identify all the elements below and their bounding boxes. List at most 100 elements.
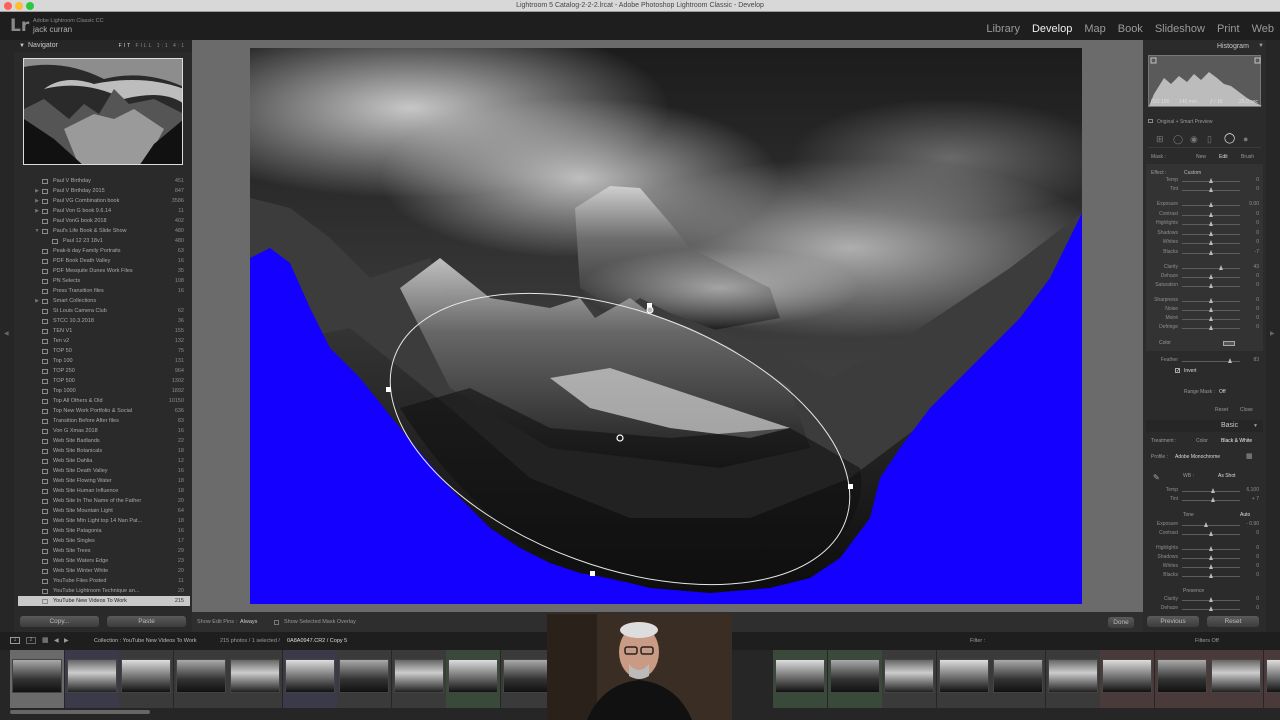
zoom-fill[interactable]: FILL [135, 43, 153, 49]
invert-checkbox[interactable]: ✓ [1175, 368, 1180, 374]
slider-exposure[interactable]: Exposure 0.00 [1148, 201, 1261, 210]
filmstrip-cell[interactable] [282, 650, 337, 708]
slider-value[interactable]: 0 [1239, 297, 1259, 303]
profile-select[interactable]: Adobe Monochrome [1175, 454, 1220, 460]
slider-sharpness[interactable]: Sharpness 0 [1148, 297, 1261, 306]
mask-edit[interactable]: Edit [1219, 154, 1228, 160]
collection-row[interactable]: ▶ Paul Von G book 9.6.14 11 [18, 206, 190, 216]
slider-dehaze[interactable]: Dehaze 0 [1148, 273, 1261, 282]
tone-auto-button[interactable]: Auto [1240, 512, 1250, 518]
filmstrip-cell[interactable] [119, 650, 173, 708]
histogram-collapse-icon[interactable]: ▼ [1258, 43, 1264, 49]
slider-highlights[interactable]: Highlights 0 [1148, 220, 1261, 229]
slider-value[interactable]: 0 [1239, 315, 1259, 321]
slider-blacks[interactable]: Blacks -7 [1148, 249, 1261, 258]
filmstrip-cell[interactable] [228, 650, 282, 708]
slider-thumb[interactable] [1208, 211, 1213, 217]
collection-row[interactable]: Web Site Badlands 22 [18, 436, 190, 446]
filmstrip-thumbnail[interactable] [502, 659, 553, 693]
slider-clarity[interactable]: Clarity 43 [1148, 264, 1261, 273]
filmstrip-cell[interactable] [446, 650, 500, 708]
treatment-bw[interactable]: Black & White [1221, 438, 1252, 444]
filmstrip-cell[interactable] [337, 650, 391, 708]
module-develop[interactable]: Develop [1032, 23, 1072, 35]
mask-brush[interactable]: Brush [1241, 154, 1254, 160]
module-web[interactable]: Web [1252, 23, 1274, 35]
slider-value[interactable]: 0 [1239, 306, 1259, 312]
red-eye-tool-icon[interactable]: ◉ [1190, 134, 1198, 145]
collection-row[interactable]: Ten v2 132 [18, 336, 190, 346]
screen-1-button[interactable]: 1 [10, 637, 20, 644]
navigator-preview[interactable] [23, 58, 183, 165]
collection-row[interactable]: Top All Others & Old 10150 [18, 396, 190, 406]
collection-row[interactable]: Peak-b day Family Portraits 63 [18, 246, 190, 256]
collection-row[interactable]: ▼ Paul's Life Book & Slide Show 480 [18, 226, 190, 236]
slider-value[interactable]: 0 [1239, 530, 1259, 536]
module-print[interactable]: Print [1217, 23, 1240, 35]
slider-blacks[interactable]: Blacks 0 [1148, 572, 1261, 581]
filmstrip-thumbnail[interactable] [938, 659, 989, 693]
filmstrip-filename[interactable]: 0A8A0947.CR2 / Copy 5 [287, 632, 347, 650]
slider-value[interactable]: 6,100 [1239, 487, 1259, 493]
slider-clarity[interactable]: Clarity 0 [1148, 596, 1261, 605]
mask-new[interactable]: New [1196, 154, 1206, 160]
filmstrip-cell[interactable] [1100, 650, 1154, 708]
slider-thumb[interactable] [1208, 274, 1213, 279]
slider-thumb[interactable] [1208, 606, 1213, 611]
grid-view-icon[interactable]: ▦ [42, 632, 49, 650]
filmstrip-thumbnail[interactable] [393, 659, 444, 693]
filmstrip-thumbnail[interactable] [1156, 659, 1207, 693]
slider-thumb[interactable] [1208, 555, 1213, 560]
filmstrip-cell[interactable] [64, 650, 119, 708]
slider-thumb[interactable] [1208, 316, 1213, 321]
slider-noise[interactable]: Noise 0 [1148, 306, 1261, 315]
main-photo[interactable] [250, 48, 1082, 604]
slider-thumb[interactable] [1208, 546, 1213, 551]
slider-thumb[interactable] [1208, 178, 1213, 183]
slider-thumb[interactable] [1211, 497, 1216, 502]
show-mask-overlay-checkbox[interactable] [274, 620, 279, 625]
slider-value[interactable]: 0 [1239, 186, 1259, 192]
previous-button[interactable]: Previous [1147, 616, 1199, 627]
screen-2-button[interactable]: 2 [26, 637, 36, 644]
slider-value[interactable]: 0 [1239, 177, 1259, 183]
filmstrip-thumbnail[interactable] [12, 659, 62, 693]
collection-row[interactable]: YouTube New Videos To Work 215 [18, 596, 190, 606]
slider-shadows[interactable]: Shadows 0 [1148, 230, 1261, 239]
expand-right-icon[interactable]: ▶ [32, 196, 42, 206]
filmstrip-cell[interactable] [882, 650, 936, 708]
color-swatch[interactable] [1223, 341, 1235, 346]
slider-temp[interactable]: Temp 6,100 [1148, 487, 1261, 496]
collection-row[interactable]: Top New Work Portfolio & Social 636 [18, 406, 190, 416]
collection-row[interactable]: Web Site Mountain Light 64 [18, 506, 190, 516]
feather-value[interactable]: 83 [1239, 357, 1259, 363]
filmstrip-thumbnail[interactable] [121, 659, 171, 693]
slider-tint[interactable]: Tint + 7 [1148, 496, 1261, 505]
filmstrip-thumbnail[interactable] [1265, 659, 1280, 693]
collection-row[interactable]: Web Site Dahlia 12 [18, 456, 190, 466]
filmstrip-cell[interactable] [773, 650, 827, 708]
slider-value[interactable]: - 0.90 [1239, 521, 1259, 527]
filmstrip-cell[interactable] [827, 650, 882, 708]
radial-filter-icon[interactable]: ◯ [1224, 133, 1235, 144]
collection-row[interactable]: ▶ Smart Collections [18, 296, 190, 306]
collection-row[interactable]: Web Site Winter White 20 [18, 566, 190, 576]
collection-row[interactable]: PDF Book Death Valley 16 [18, 256, 190, 266]
collection-row[interactable]: ▶ Paul V Birthday 2015 847 [18, 186, 190, 196]
slider-thumb[interactable] [1208, 573, 1213, 578]
slider-thumb[interactable] [1208, 325, 1213, 330]
collection-row[interactable]: Web Site Waters Edge 23 [18, 556, 190, 566]
collection-row[interactable]: Web Site Death Valley 16 [18, 466, 190, 476]
slider-value[interactable]: 0.00 [1239, 201, 1259, 207]
module-map[interactable]: Map [1084, 23, 1105, 35]
radial-filter-handle-right[interactable] [848, 484, 853, 489]
slider-thumb[interactable] [1218, 265, 1223, 270]
expand-right-icon[interactable]: ▶ [32, 206, 42, 216]
collection-row[interactable]: Top 100 131 [18, 356, 190, 366]
collection-row[interactable]: ▶ Paul VG Combination book 3586 [18, 196, 190, 206]
radial-filter-handle-bottom[interactable] [590, 571, 595, 576]
collection-row[interactable]: TOP 500 1302 [18, 376, 190, 386]
collection-row[interactable]: Web Site Mtn Light top 14 Nan Pat... 18 [18, 516, 190, 526]
filmstrip-thumbnail[interactable] [339, 659, 389, 693]
paste-button[interactable]: Paste [107, 616, 186, 627]
